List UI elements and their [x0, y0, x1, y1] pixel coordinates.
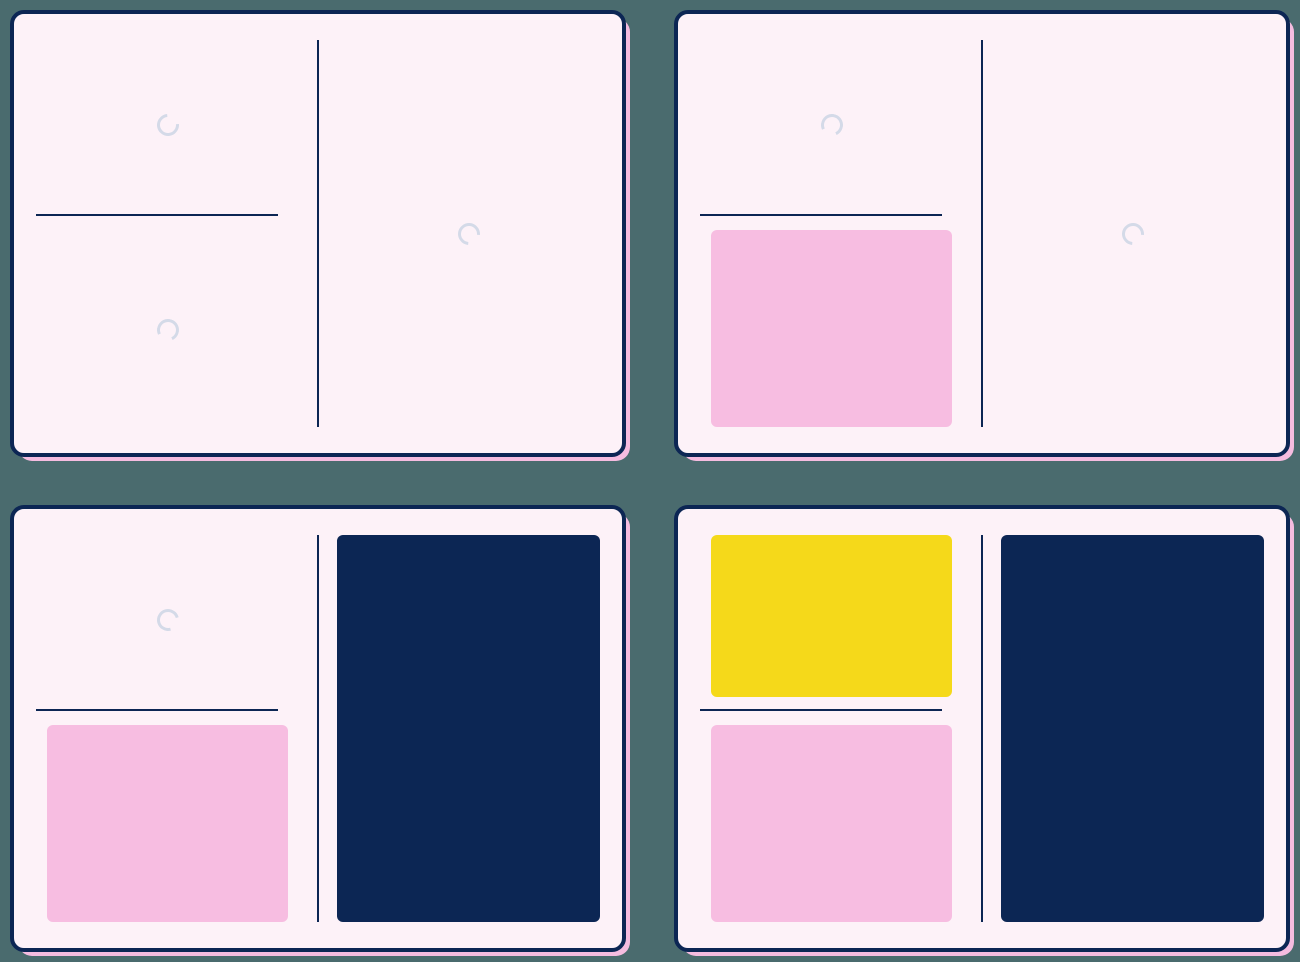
content-block-wrap — [47, 725, 289, 926]
content-block-wrap — [711, 230, 953, 431]
right-column — [337, 36, 600, 431]
right-column — [1001, 531, 1264, 926]
right-column — [1001, 36, 1264, 431]
loading-frame-1 — [10, 10, 626, 457]
bottom-left-cell — [700, 216, 963, 431]
content-block-navy — [1001, 535, 1264, 922]
vertical-divider — [317, 40, 319, 427]
left-column — [700, 36, 963, 431]
spinner-icon — [152, 605, 182, 635]
content-block-wrap — [1001, 531, 1264, 926]
top-left-cell — [700, 531, 963, 709]
card-panel — [10, 505, 626, 952]
card-panel — [10, 10, 626, 457]
right-column — [337, 531, 600, 926]
spinner-icon — [817, 111, 845, 139]
spinner-icon — [153, 316, 181, 344]
bottom-left-cell — [36, 216, 299, 431]
top-left-cell — [700, 36, 963, 214]
bottom-left-cell — [36, 711, 299, 926]
left-column — [36, 531, 299, 926]
content-block-pink — [47, 725, 289, 922]
left-column — [700, 531, 963, 926]
content-block-pink — [711, 230, 953, 427]
vertical-divider — [981, 535, 983, 922]
card-panel — [674, 10, 1290, 457]
loading-frame-2 — [674, 10, 1290, 457]
loading-frame-3 — [10, 505, 626, 952]
loading-frame-4 — [674, 505, 1290, 952]
left-column — [36, 36, 299, 431]
content-block-wrap — [337, 531, 600, 926]
content-block-pink — [711, 725, 953, 922]
spinner-icon — [1117, 218, 1148, 249]
top-left-cell — [36, 36, 299, 214]
vertical-divider — [317, 535, 319, 922]
content-block-navy — [337, 535, 600, 922]
card-panel — [674, 505, 1290, 952]
top-left-cell — [36, 531, 299, 709]
content-block-wrap — [711, 531, 953, 709]
spinner-icon — [152, 109, 183, 140]
spinner-icon — [453, 218, 484, 249]
vertical-divider — [981, 40, 983, 427]
content-block-wrap — [711, 725, 953, 926]
content-block-yellow — [711, 535, 953, 697]
bottom-left-cell — [700, 711, 963, 926]
